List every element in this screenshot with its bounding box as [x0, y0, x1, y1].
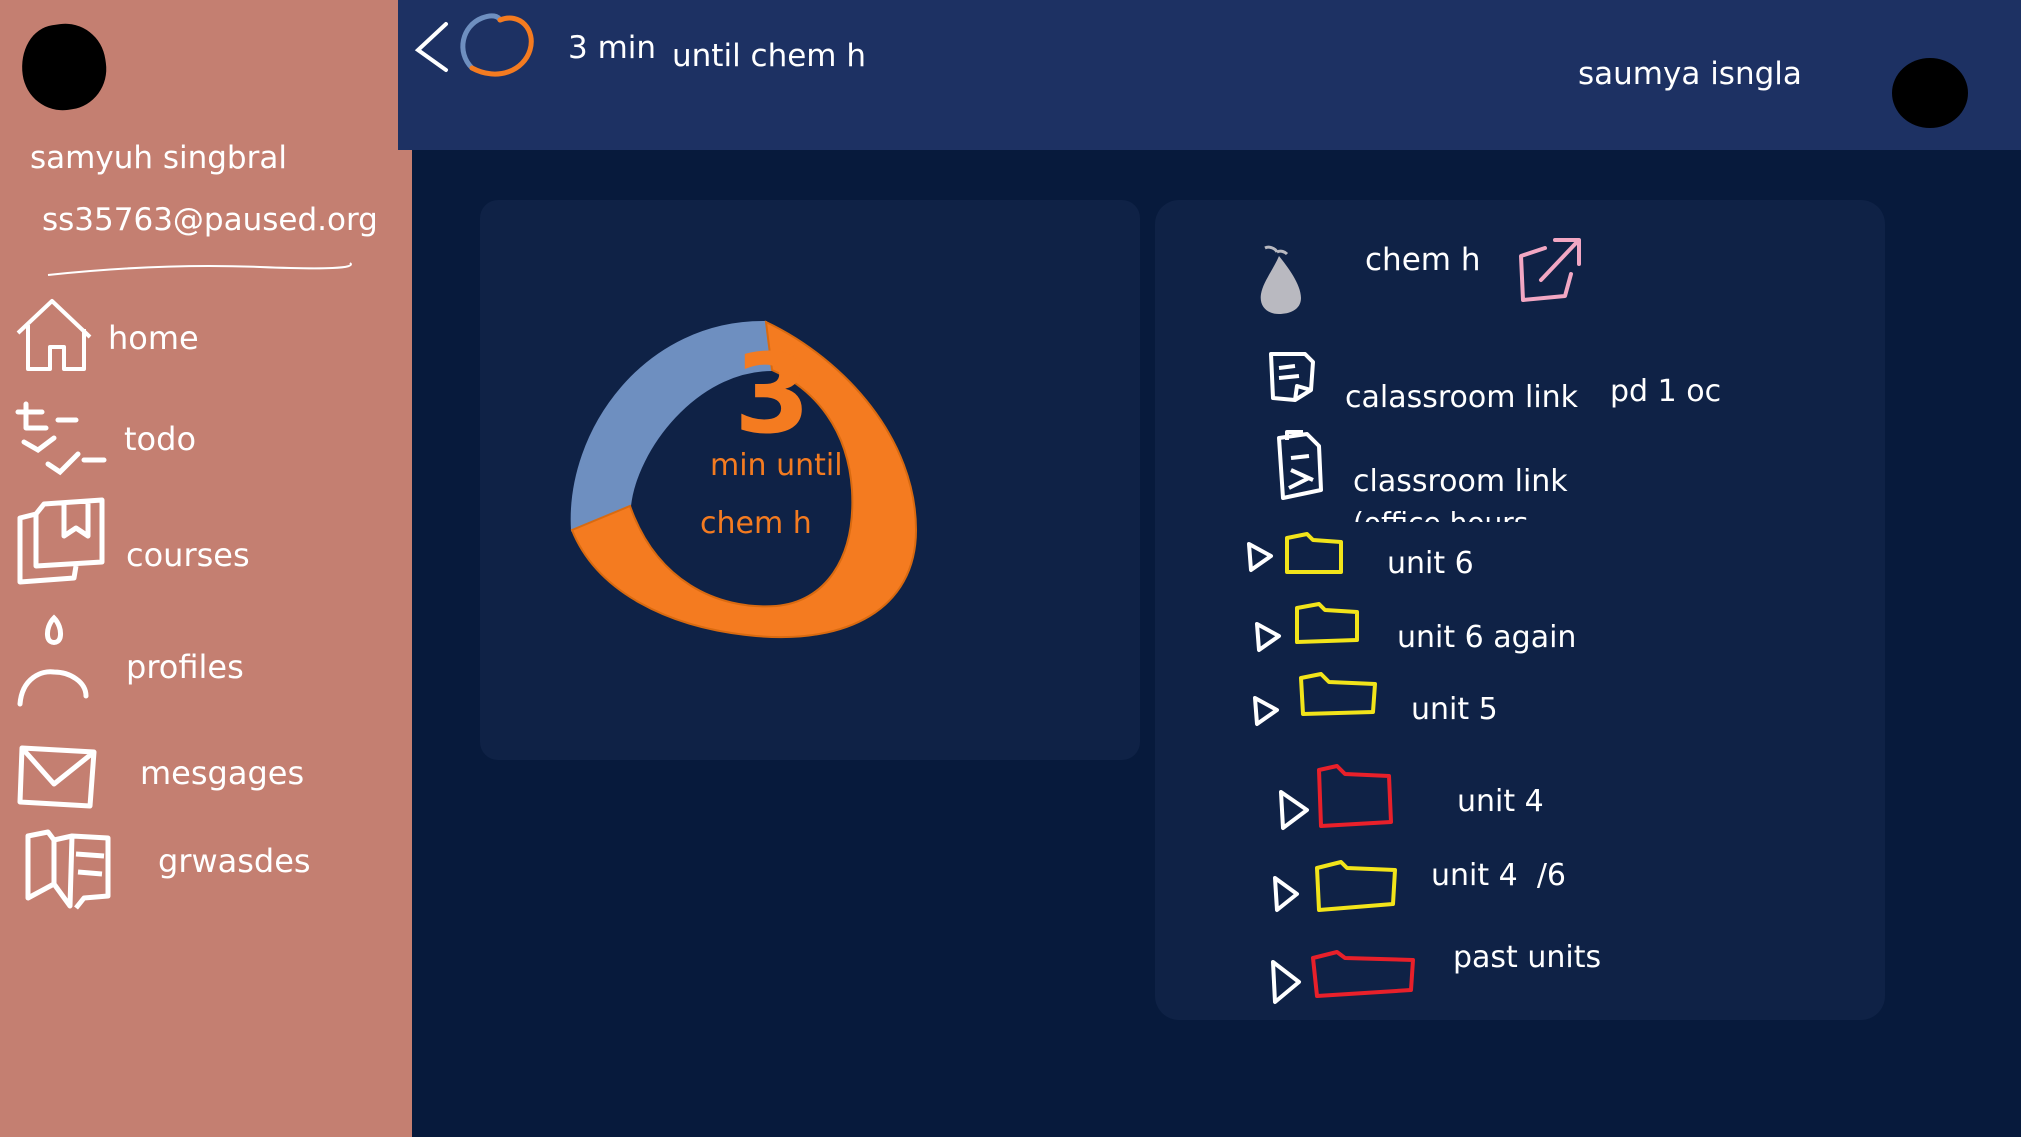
back-chevron-icon[interactable] [412, 20, 452, 76]
countdown-label: until chem h [672, 38, 866, 74]
expand-triangle-icon[interactable] [1269, 958, 1303, 1006]
divider [47, 262, 352, 276]
folder-row[interactable]: unit 6 [1245, 526, 1745, 586]
user-name: samyuh singbral [30, 140, 287, 176]
expand-triangle-icon[interactable] [1245, 540, 1275, 574]
countdown-ring-icon [460, 13, 534, 77]
countdown-panel: 3 min until chem h [480, 200, 1140, 760]
link-label: calassroom link [1345, 380, 1579, 415]
folder-icon [1317, 764, 1393, 828]
sidebar-item-home[interactable]: home [0, 295, 400, 375]
sidebar-item-profiles[interactable]: profiles [0, 612, 400, 708]
sidebar-item-label: todo [124, 420, 197, 458]
course-panel: chem h calassroom link pd 1 oc classroom… [1155, 200, 1885, 1020]
sidebar-item-label: grwasdes [158, 842, 311, 880]
sidebar-avatar[interactable] [16, 18, 112, 116]
pear-icon [1260, 245, 1301, 314]
external-link-icon[interactable] [1515, 234, 1585, 306]
expand-triangle-icon[interactable] [1277, 788, 1311, 832]
folder-row[interactable]: unit 4 [1277, 762, 1777, 842]
document-icon [1277, 430, 1323, 500]
sidebar-item-label: profiles [126, 648, 244, 686]
folder-label: unit 6 [1387, 546, 1474, 581]
sidebar-item-courses[interactable]: courses [0, 496, 400, 588]
folder-icon [1311, 950, 1415, 998]
folder-icon [1315, 860, 1397, 912]
user-email: ss35763@paused.org [42, 202, 378, 238]
folder-label: unit 4 [1457, 784, 1544, 819]
sidebar-item-grades[interactable]: grwasdes [0, 826, 400, 910]
envelope-icon [17, 745, 97, 809]
sidebar-item-label: home [108, 319, 199, 357]
office-hours-link[interactable]: classroom link [1273, 428, 1773, 508]
folder-row[interactable]: past units [1269, 940, 1769, 1010]
countdown-line-2: chem h [700, 506, 812, 541]
folder-label: past units [1453, 940, 1602, 975]
document-icon [1269, 352, 1315, 402]
folder-label: unit 4 /6 [1431, 858, 1567, 893]
folder-row[interactable]: unit 5 [1251, 672, 1751, 732]
book-icon [17, 497, 105, 585]
countdown-line-1: min until [710, 448, 843, 483]
countdown-value: 3 min [568, 30, 657, 66]
folder-label: unit 6 again [1397, 620, 1577, 655]
open-book-icon [25, 829, 111, 910]
expand-triangle-icon[interactable] [1251, 694, 1281, 728]
expand-triangle-icon[interactable] [1253, 620, 1283, 654]
course-title: chem h [1365, 242, 1481, 278]
person-icon [17, 614, 89, 707]
checklist-icon [15, 401, 107, 476]
link-label: classroom link [1353, 464, 1568, 499]
home-icon [16, 299, 92, 371]
link-subtitle: (office hours [1353, 506, 1528, 522]
top-bar: 3 min until chem h saumya isngla [398, 0, 2021, 150]
folder-row[interactable]: unit 6 again [1253, 600, 1753, 660]
folder-icon [1299, 672, 1377, 716]
folder-row[interactable]: unit 4 /6 [1271, 856, 1771, 926]
sidebar-item-label: courses [126, 536, 250, 574]
account-avatar[interactable] [1892, 58, 1968, 128]
sidebar: samyuh singbral ss35763@paused.org home … [0, 0, 412, 1137]
folder-icon [1285, 532, 1343, 574]
countdown-number: 3 [734, 330, 811, 458]
folder-icon [1295, 602, 1359, 644]
expand-triangle-icon[interactable] [1271, 874, 1301, 914]
folder-label: unit 5 [1411, 692, 1498, 727]
period-note: pd 1 oc [1610, 374, 1722, 409]
sidebar-item-todo[interactable]: todo [0, 398, 400, 478]
sidebar-item-messages[interactable]: mesgages [0, 736, 400, 816]
link-subtitle-clip: (office hours [1353, 504, 1653, 522]
account-name: saumya isngla [1578, 56, 1802, 92]
sidebar-item-label: mesgages [140, 754, 305, 792]
